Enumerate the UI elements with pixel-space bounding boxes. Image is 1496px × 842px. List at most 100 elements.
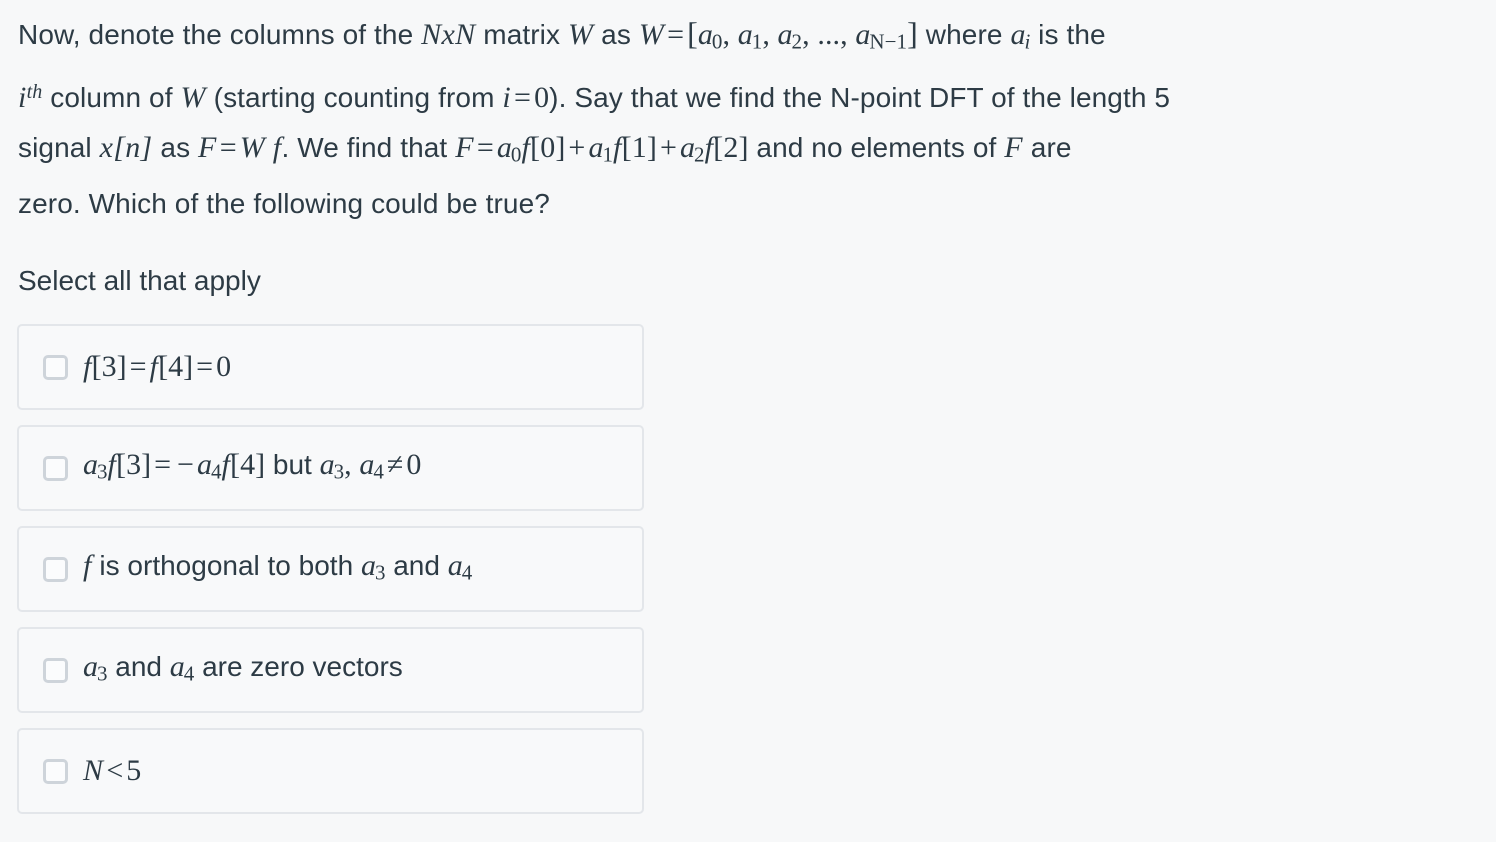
answer-options-list: f[3] = f[4] = 0 a3f[3] = − a4f[4] but a3, a4 ≠ 0 … [17,324,644,829]
math-comma: , [344,447,352,481]
stem-line-1: Now, denote the columns of the NxN matri… [18,15,1106,54]
stem-text: is the [1030,19,1106,50]
checkbox-icon-option-2[interactable] [43,455,68,481]
math-index: [1] [621,130,657,164]
answer-option-5[interactable]: N <5 [17,728,644,814]
math-ellipsis: , ..., [802,18,856,51]
math-subscript: 4 [461,560,473,585]
math-equals: = [667,18,685,51]
answer-option-3-label: f is orthogonal to both a3 and a4 [83,549,472,590]
option-text: and [393,549,440,581]
math-i: i [18,80,27,114]
math-comma: , [722,18,738,51]
math-subscript: 0 [711,29,723,54]
select-all-instruction: Select all that apply [18,265,261,296]
math-index: [4] [230,447,266,481]
math-a: a [496,130,512,164]
math-subscript: 2 [791,29,803,54]
math-not-equals: ≠ [386,447,404,481]
stem-line-4: zero. Which of the following could be tr… [18,188,550,220]
math-subscript: N−1 [869,29,908,54]
math-f: f [221,447,231,481]
math-zero: 0 [216,350,232,383]
math-equals: = [476,130,494,164]
math-plus: + [659,130,677,164]
math-a: a [680,130,695,164]
stem-line-3: signal x[n] as F = W f. We find that F = a0f… [18,130,1072,167]
math-w: W [638,18,665,51]
question-stem: Now, denote the columns of the NxN matri… [18,8,1476,229]
stem-text: ). Say that we find the N-point DFT of t… [549,81,1171,113]
question-page: Now, denote the columns of the NxN matri… [0,0,1496,842]
math-a: a [83,447,98,481]
answer-option-3[interactable]: f is orthogonal to both a3 and a4 [17,526,644,612]
math-n: N [83,754,104,787]
math-a: a [447,548,463,582]
math-f: f [149,350,159,383]
math-a: a [855,18,870,51]
stem-text: and no elements of [748,131,1005,163]
math-equals: = [514,80,532,114]
option-text: is orthogonal to both [99,549,354,581]
option-text: but [272,448,312,480]
math-f: f [83,350,92,383]
math-subscript: 0 [510,142,522,167]
stem-text: matrix [475,19,568,50]
math-subscript: 3 [333,459,345,484]
math-subscript: 4 [373,459,384,484]
stem-text: . We find that [281,131,456,163]
math-index: [2] [713,130,749,164]
math-superscript: th [26,80,43,103]
math-f-capital: F [455,130,474,164]
stem-text: where [917,19,1011,50]
math-minus: − [177,447,194,481]
checkbox-icon-option-1[interactable] [43,354,68,380]
math-five: 5 [126,754,142,787]
answer-option-2[interactable]: a3f[3] = − a4f[4] but a3, a4 ≠ 0 [17,425,644,511]
math-nxn: NxN [421,18,476,51]
math-a: a [359,447,374,481]
math-f-capital: F [198,130,217,164]
math-index: [3] [116,447,152,481]
math-f: f [704,130,714,164]
math-f: f [83,548,92,582]
checkbox-icon-option-5[interactable] [43,758,68,784]
answer-option-1-label: f[3] = f[4] = 0 [83,350,231,384]
stem-text: signal [18,131,100,163]
stem-text: as [593,19,639,50]
math-plus: + [568,130,586,164]
math-less-than: < [106,754,124,787]
math-comma: , [762,18,778,51]
math-equals: = [219,130,237,164]
stem-text: (starting counting from [205,81,503,113]
answer-option-1[interactable]: f[3] = f[4] = 0 [17,324,644,410]
stem-text: Now, denote the columns of the [18,19,422,50]
math-a: a [319,447,335,481]
math-equals: = [129,350,147,383]
math-subscript: 1 [602,142,614,167]
answer-option-4[interactable]: a3 and a4 are zero vectors [17,627,644,713]
stem-text: column of [42,81,181,113]
math-zero: 0 [534,80,550,114]
math-equals: = [154,447,172,481]
checkbox-icon-option-4[interactable] [43,657,68,683]
math-bracket-close: ] [907,15,918,51]
math-a: a [697,18,713,51]
answer-option-5-label: N <5 [83,754,141,788]
math-bracket-open: [ [687,15,698,51]
math-f: f [521,130,531,164]
math-f-capital: F [1004,130,1023,164]
math-index: [0] [530,130,566,164]
math-subscript: 3 [97,459,108,484]
math-index-n: [n] [113,130,153,164]
stem-text: as [152,131,199,163]
math-a: a [777,18,793,51]
math-x: x [99,130,114,164]
answer-option-4-label: a3 and a4 are zero vectors [83,650,403,691]
math-a: a [588,130,603,164]
math-subscript: 2 [694,142,705,167]
answer-option-2-label: a3f[3] = − a4f[4] but a3, a4 ≠ 0 [83,448,421,489]
math-a: a [83,649,98,683]
checkbox-icon-option-3[interactable] [43,556,68,582]
math-subscript: 4 [183,661,195,686]
